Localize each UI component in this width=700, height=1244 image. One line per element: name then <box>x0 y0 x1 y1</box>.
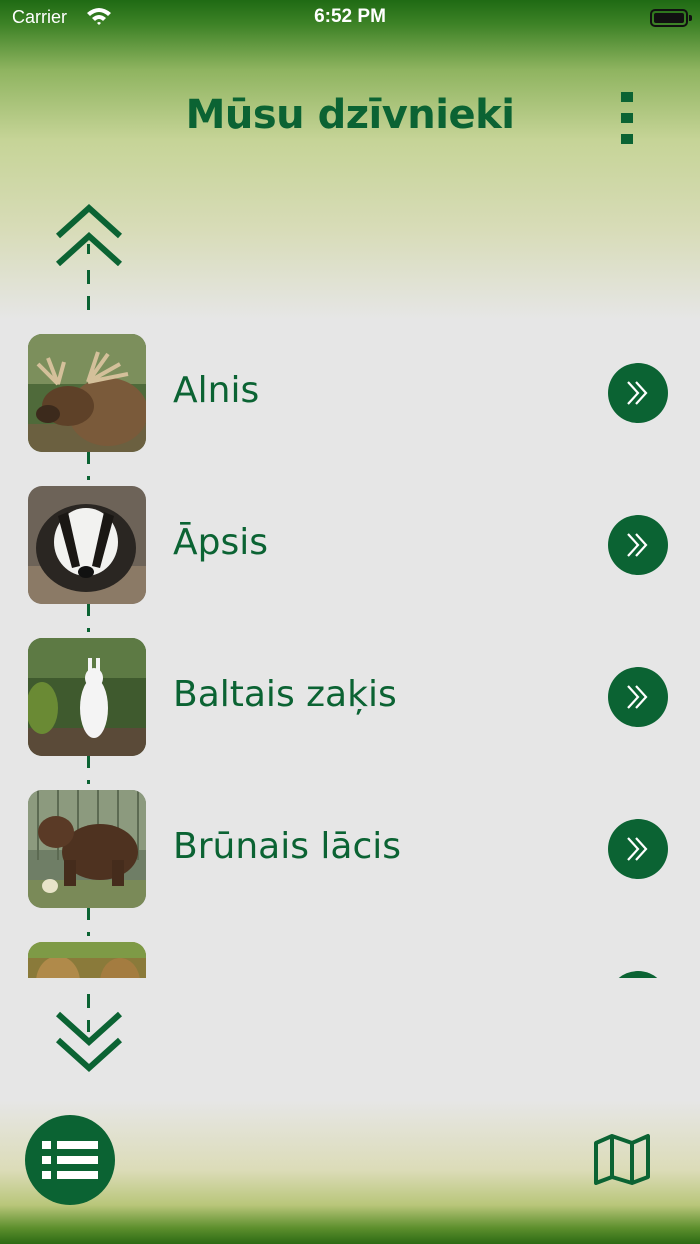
battery-icon <box>650 9 692 27</box>
double-chevron-right-icon <box>627 837 648 861</box>
open-detail-button[interactable] <box>608 971 668 978</box>
animal-list[interactable]: Alnis Āpsis Baltais zaķis Brūnais lācis <box>0 320 700 978</box>
brown-bear-photo <box>28 790 146 908</box>
animal-name: Āpsis <box>173 522 268 563</box>
timeline-connector <box>87 270 90 322</box>
animal-name: Brūnais lācis <box>173 826 402 867</box>
double-chevron-right-icon <box>627 381 648 405</box>
open-detail-button[interactable] <box>608 819 668 879</box>
animal-name: Baltais zaķis <box>173 674 397 715</box>
list-item[interactable]: Brūnais lācis <box>0 776 700 928</box>
white-hare-photo <box>28 638 146 756</box>
list-item[interactable]: Baltais zaķis <box>0 624 700 776</box>
double-chevron-up-icon[interactable] <box>54 202 124 266</box>
map-icon[interactable] <box>592 1133 652 1185</box>
open-detail-button[interactable] <box>608 667 668 727</box>
list-view-button[interactable] <box>25 1115 115 1205</box>
animal-name: Alnis <box>173 370 260 411</box>
list-item[interactable]: Alnis <box>0 320 700 472</box>
clock: 6:52 PM <box>314 6 386 27</box>
double-chevron-right-icon <box>627 533 648 557</box>
list-item[interactable] <box>0 928 700 978</box>
list-icon <box>42 1141 98 1179</box>
list-item[interactable]: Āpsis <box>0 472 700 624</box>
open-detail-button[interactable] <box>608 363 668 423</box>
double-chevron-right-icon <box>627 685 648 709</box>
open-detail-button[interactable] <box>608 515 668 575</box>
moose-photo <box>28 334 146 452</box>
double-chevron-down-icon[interactable] <box>54 1010 124 1074</box>
badger-photo <box>28 486 146 604</box>
partial-animal-photo <box>28 942 146 978</box>
more-vertical-icon[interactable] <box>614 92 640 146</box>
status-bar: Carrier 6:52 PM <box>0 0 700 36</box>
page-title: Mūsu dzīvnieki <box>185 92 515 138</box>
